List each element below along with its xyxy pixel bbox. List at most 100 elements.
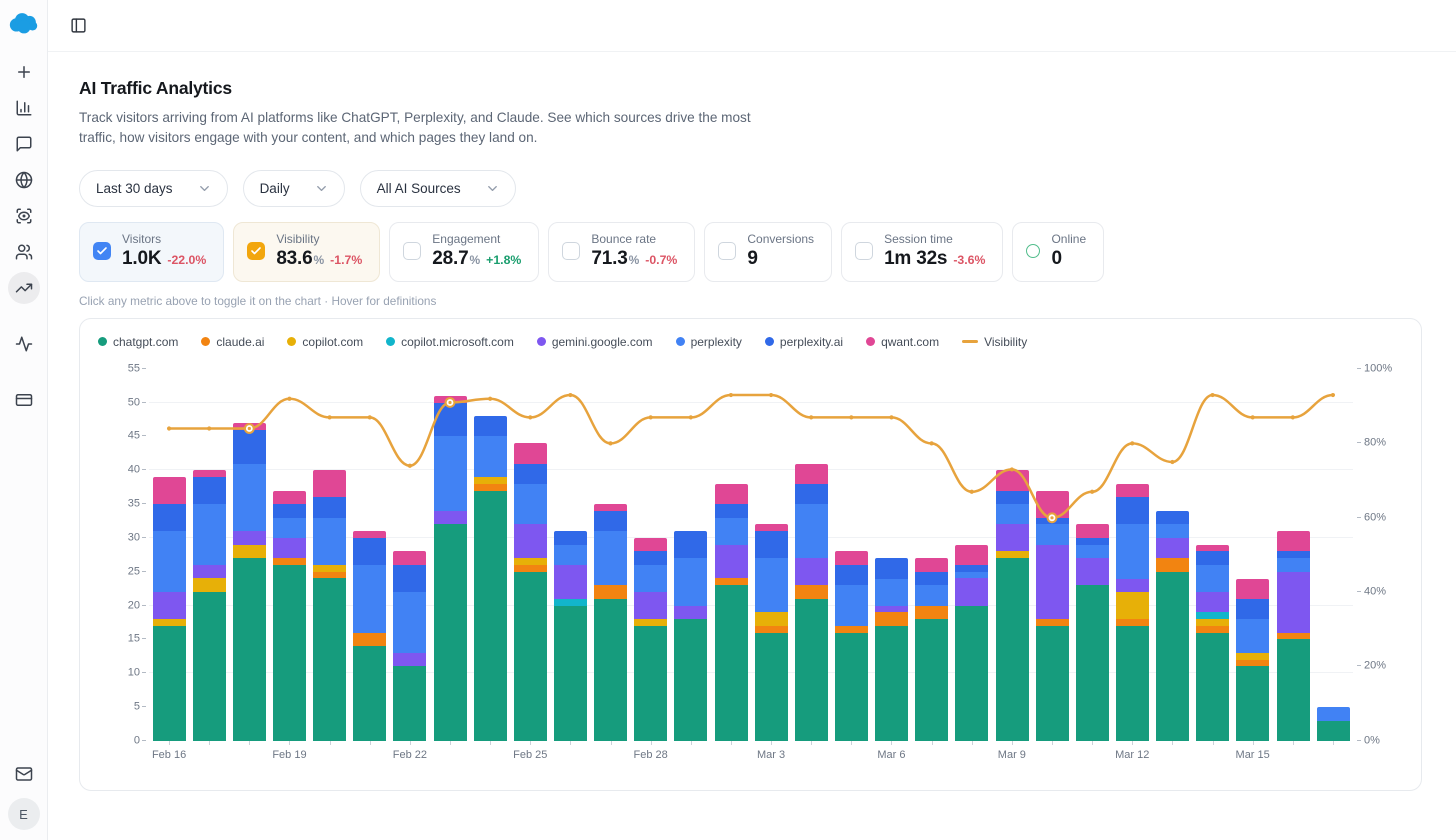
stacked-bar[interactable] — [1036, 491, 1069, 741]
bar-segment-gemini-google-com — [674, 606, 707, 620]
metric-label: Conversions — [747, 232, 814, 246]
sidebar-rail: E — [0, 0, 48, 840]
sidebar-item-new[interactable] — [8, 56, 40, 88]
metric-checkbox[interactable] — [247, 242, 265, 260]
bar-segment-chatgpt-com — [153, 626, 186, 741]
sidebar-item-activity[interactable] — [8, 328, 40, 360]
sidebar-item-billing[interactable] — [8, 384, 40, 416]
metric-checkbox[interactable] — [718, 242, 736, 260]
bar-segment-gemini-google-com — [434, 511, 467, 525]
bar-segment-perplexity-ai — [474, 416, 507, 436]
y-axis-tick — [142, 402, 146, 403]
stacked-bar[interactable] — [273, 491, 306, 741]
stacked-bar[interactable] — [313, 470, 346, 740]
bar-segment-gemini-google-com — [233, 531, 266, 545]
sidebar-item-analytics[interactable] — [8, 92, 40, 124]
x-axis-tick — [651, 741, 652, 745]
bar-segment-gemini-google-com — [554, 565, 587, 599]
legend-item-gemini-google-com[interactable]: gemini.google.com — [537, 335, 653, 349]
metric-card-online[interactable]: Online0 — [1012, 222, 1104, 282]
stacked-bar[interactable] — [1317, 707, 1350, 741]
timerange-select[interactable]: Last 30 days — [79, 170, 228, 207]
stacked-bar[interactable] — [1156, 511, 1189, 741]
sidebar-item-messages[interactable] — [8, 128, 40, 160]
stacked-bar[interactable] — [1076, 524, 1109, 740]
legend-dot-icon — [201, 337, 210, 346]
metric-card-engagement[interactable]: Engagement28.7%+1.8% — [389, 222, 539, 282]
stacked-bar[interactable] — [1116, 484, 1149, 741]
sidebar-item-audience[interactable] — [8, 236, 40, 268]
granularity-select[interactable]: Daily — [243, 170, 345, 207]
bar-segment-claude-ai — [273, 558, 306, 565]
sidebar-toggle-button[interactable] — [65, 13, 91, 39]
bar-segment-chatgpt-com — [193, 592, 226, 741]
metric-card-conversions[interactable]: Conversions9 — [704, 222, 832, 282]
chart-hint-text: Click any metric above to toggle it on t… — [79, 294, 1422, 308]
metric-info: Visibility83.6%-1.7% — [276, 232, 362, 270]
legend-item-perplexity[interactable]: perplexity — [676, 335, 742, 349]
legend-item-qwant-com[interactable]: qwant.com — [866, 335, 939, 349]
stacked-bar[interactable] — [554, 531, 587, 741]
legend-item-copilot-com[interactable]: copilot.com — [287, 335, 363, 349]
source-select[interactable]: All AI Sources — [360, 170, 516, 207]
sidebar-item-ai-traffic[interactable] — [8, 272, 40, 304]
legend-item-chatgpt-com[interactable]: chatgpt.com — [98, 335, 178, 349]
chevron-down-icon — [197, 181, 212, 196]
user-avatar[interactable]: E — [8, 798, 40, 830]
legend-item-copilot-microsoft-com[interactable]: copilot.microsoft.com — [386, 335, 514, 349]
legend-item-visibility[interactable]: Visibility — [962, 335, 1027, 349]
bar-slot — [1072, 369, 1112, 741]
stacked-bar[interactable] — [233, 423, 266, 741]
metric-card-session-time[interactable]: Session time1m 32s-3.6% — [841, 222, 1003, 282]
bar-segment-perplexity — [1116, 524, 1149, 578]
stacked-bar[interactable] — [1277, 531, 1310, 741]
stacked-bar[interactable] — [835, 551, 868, 740]
metric-checkbox[interactable] — [93, 242, 111, 260]
y-axis-tick-label: 30 — [128, 532, 140, 543]
stacked-bar[interactable] — [353, 531, 386, 741]
metric-checkbox[interactable] — [562, 242, 580, 260]
stacked-bar[interactable] — [434, 396, 467, 741]
stacked-bar[interactable] — [153, 477, 186, 741]
trending-up-icon — [15, 279, 33, 297]
bar-segment-perplexity-ai — [1076, 538, 1109, 545]
metric-value-row: 71.3%-0.7% — [591, 248, 677, 270]
stacked-bar[interactable] — [1196, 545, 1229, 741]
stacked-bar[interactable] — [193, 470, 226, 740]
stacked-bar[interactable] — [634, 538, 667, 741]
metric-card-visitors[interactable]: Visitors1.0K-22.0% — [79, 222, 224, 282]
legend-item-perplexity-ai[interactable]: perplexity.ai — [765, 335, 843, 349]
bar-segment-chatgpt-com — [755, 633, 788, 741]
stacked-bar[interactable] — [715, 484, 748, 741]
metric-checkbox[interactable] — [403, 242, 421, 260]
stacked-bar[interactable] — [594, 504, 627, 741]
right-axis-tick — [1357, 368, 1361, 369]
sidebar-item-inbox[interactable] — [8, 758, 40, 790]
sidebar-item-web[interactable] — [8, 164, 40, 196]
bar-segment-perplexity-ai — [996, 491, 1029, 505]
stacked-bar[interactable] — [674, 531, 707, 741]
metric-card-visibility[interactable]: Visibility83.6%-1.7% — [233, 222, 380, 282]
stacked-bar[interactable] — [514, 443, 547, 741]
stacked-bar[interactable] — [996, 470, 1029, 740]
stacked-bar[interactable] — [915, 558, 948, 741]
metric-checkbox[interactable] — [855, 242, 873, 260]
sidebar-item-insights[interactable] — [8, 200, 40, 232]
stacked-bar[interactable] — [393, 551, 426, 740]
bar-segment-gemini-google-com — [955, 578, 988, 605]
bar-segment-chatgpt-com — [1236, 666, 1269, 740]
bar-segment-perplexity — [434, 436, 467, 510]
right-axis-tick-label: 40% — [1364, 586, 1386, 597]
stacked-bar[interactable] — [1236, 579, 1269, 741]
stacked-bar[interactable] — [755, 524, 788, 740]
timerange-value: Last 30 days — [96, 181, 173, 196]
bar-segment-copilot-com — [1196, 619, 1229, 626]
stacked-bar[interactable] — [955, 545, 988, 741]
legend-item-claude-ai[interactable]: claude.ai — [201, 335, 264, 349]
metric-card-bounce-rate[interactable]: Bounce rate71.3%-0.7% — [548, 222, 695, 282]
mail-icon — [15, 765, 33, 783]
stacked-bar[interactable] — [474, 416, 507, 741]
stacked-bar[interactable] — [875, 558, 908, 741]
bar-segment-gemini-google-com — [193, 565, 226, 579]
stacked-bar[interactable] — [795, 464, 828, 741]
